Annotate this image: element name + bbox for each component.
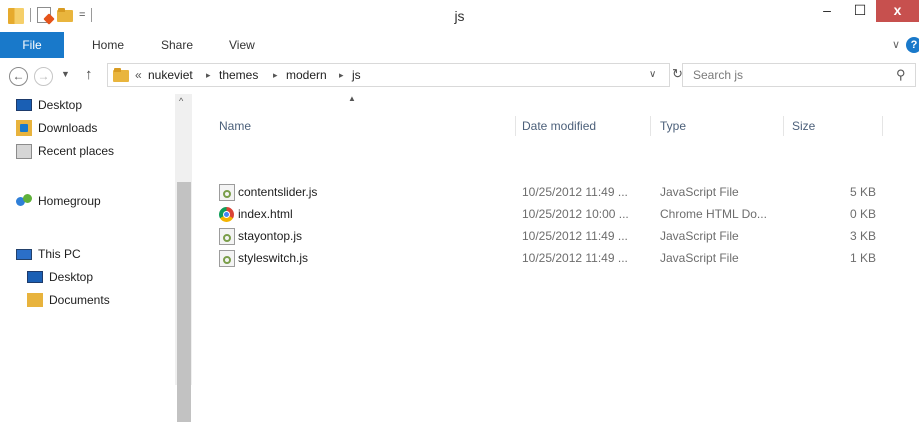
nav-item-recent-places[interactable]: Recent places [16, 140, 114, 162]
nav-item-label: Homegroup [38, 194, 101, 208]
column-header-name[interactable]: Name [219, 119, 251, 133]
recent-locations-button[interactable]: ▼ [61, 69, 70, 79]
folder-icon [113, 68, 129, 82]
ribbon: File Home Share View ∨ ? [0, 32, 919, 59]
search-box[interactable]: ⚲ [682, 63, 916, 87]
title-bar: = js – ☐ x [0, 0, 919, 32]
nav-item-label: Recent places [38, 144, 115, 158]
file-name: stayontop.js [238, 229, 303, 243]
tab-home[interactable]: Home [92, 32, 124, 58]
nav-item-desktop[interactable]: Desktop [16, 94, 82, 116]
expand-ribbon-icon[interactable]: ∨ [892, 38, 900, 51]
file-list: ▲ Name Date modified Type Size contentsl… [200, 94, 919, 385]
forward-button[interactable]: → [34, 67, 53, 86]
close-button[interactable]: x [876, 0, 919, 22]
column-divider[interactable] [650, 116, 651, 136]
recent-places-icon [16, 143, 32, 159]
file-date: 10/25/2012 10:00 ... [522, 207, 629, 221]
nav-item-label: Desktop [49, 270, 94, 284]
file-date: 10/25/2012 11:49 ... [522, 251, 628, 265]
breadcrumb-separator[interactable]: ▸ [273, 68, 278, 82]
breadcrumb-modern[interactable]: modern [286, 68, 327, 82]
file-size: 0 KB [849, 207, 876, 221]
tab-file[interactable]: File [0, 32, 64, 58]
column-divider[interactable] [515, 116, 516, 136]
file-row[interactable]: contentslider.js 10/25/2012 11:49 ... Ja… [210, 182, 900, 204]
breadcrumb-separator[interactable]: ▸ [339, 68, 344, 82]
refresh-icon[interactable]: ↻ [672, 63, 683, 87]
sort-ascending-icon: ▲ [348, 94, 356, 103]
minimize-button[interactable]: – [812, 0, 842, 22]
nav-item-documents[interactable]: Documents [27, 289, 110, 311]
column-header-size[interactable]: Size [792, 119, 815, 133]
file-row[interactable]: index.html 10/25/2012 10:00 ... Chrome H… [210, 204, 900, 226]
file-type: Chrome HTML Do... [660, 207, 767, 221]
window-title: js [454, 8, 465, 24]
tab-view[interactable]: View [229, 32, 255, 58]
nav-scrollbar-thumb[interactable] [177, 182, 191, 422]
desktop-icon [27, 271, 43, 283]
nav-item-this-pc[interactable]: This PC [16, 243, 81, 265]
file-date: 10/25/2012 11:49 ... [522, 185, 628, 199]
breadcrumb-separator[interactable]: ▸ [206, 68, 211, 82]
back-button[interactable]: ← [9, 67, 28, 86]
js-file-icon [219, 184, 235, 201]
help-icon[interactable]: ? [906, 37, 919, 53]
nav-item-label: Documents [49, 293, 110, 307]
column-divider[interactable] [783, 116, 784, 136]
search-icon[interactable]: ⚲ [896, 67, 906, 83]
search-input[interactable] [693, 65, 873, 85]
address-bar[interactable]: « nukeviet ▸ themes ▸ modern ▸ js ∨ [107, 63, 670, 87]
breadcrumb-js[interactable]: js [352, 68, 361, 82]
js-file-icon [219, 250, 235, 267]
file-row[interactable]: stayontop.js 10/25/2012 11:49 ... JavaSc… [210, 226, 900, 248]
file-type: JavaScript File [660, 251, 739, 265]
up-button[interactable]: ↑ [85, 66, 93, 83]
breadcrumb-nukeviet[interactable]: nukeviet [148, 68, 193, 82]
js-file-icon [219, 228, 235, 245]
nav-item-pc-desktop[interactable]: Desktop [27, 266, 93, 288]
desktop-icon [16, 99, 32, 111]
file-size: 3 KB [849, 229, 876, 243]
navigation-pane: Desktop Downloads Recent places Homegrou… [0, 94, 200, 422]
file-name: index.html [238, 207, 293, 221]
file-size: 1 KB [849, 251, 876, 265]
maximize-button[interactable]: ☐ [845, 0, 875, 22]
scroll-up-icon[interactable]: ^ [179, 96, 183, 106]
file-name: styleswitch.js [238, 251, 309, 265]
file-row[interactable]: styleswitch.js 10/25/2012 11:49 ... Java… [210, 248, 900, 270]
nav-item-label: Desktop [38, 98, 83, 112]
column-header-type[interactable]: Type [660, 119, 686, 133]
nav-item-homegroup[interactable]: Homegroup [16, 190, 101, 212]
pc-icon [16, 248, 32, 260]
nav-item-label: Downloads [38, 121, 98, 135]
nav-item-label: This PC [38, 247, 81, 261]
column-header-date[interactable]: Date modified [522, 119, 596, 133]
file-name: contentslider.js [238, 185, 318, 199]
column-divider[interactable] [882, 116, 883, 136]
chrome-html-icon [219, 207, 234, 222]
file-type: JavaScript File [660, 229, 739, 243]
file-date: 10/25/2012 11:49 ... [522, 229, 628, 243]
tab-share[interactable]: Share [161, 32, 193, 58]
overflow-chevron[interactable]: « [135, 68, 142, 82]
downloads-icon [16, 120, 32, 136]
file-type: JavaScript File [660, 185, 739, 199]
homegroup-icon [16, 194, 32, 208]
nav-item-downloads[interactable]: Downloads [16, 117, 97, 139]
navigation-bar: ← → ▼ ↑ « nukeviet ▸ themes ▸ modern ▸ j… [0, 58, 919, 94]
file-size: 5 KB [849, 185, 876, 199]
documents-icon [27, 293, 43, 307]
breadcrumb-themes[interactable]: themes [219, 68, 258, 82]
address-dropdown-button[interactable]: ∨ [649, 69, 656, 80]
